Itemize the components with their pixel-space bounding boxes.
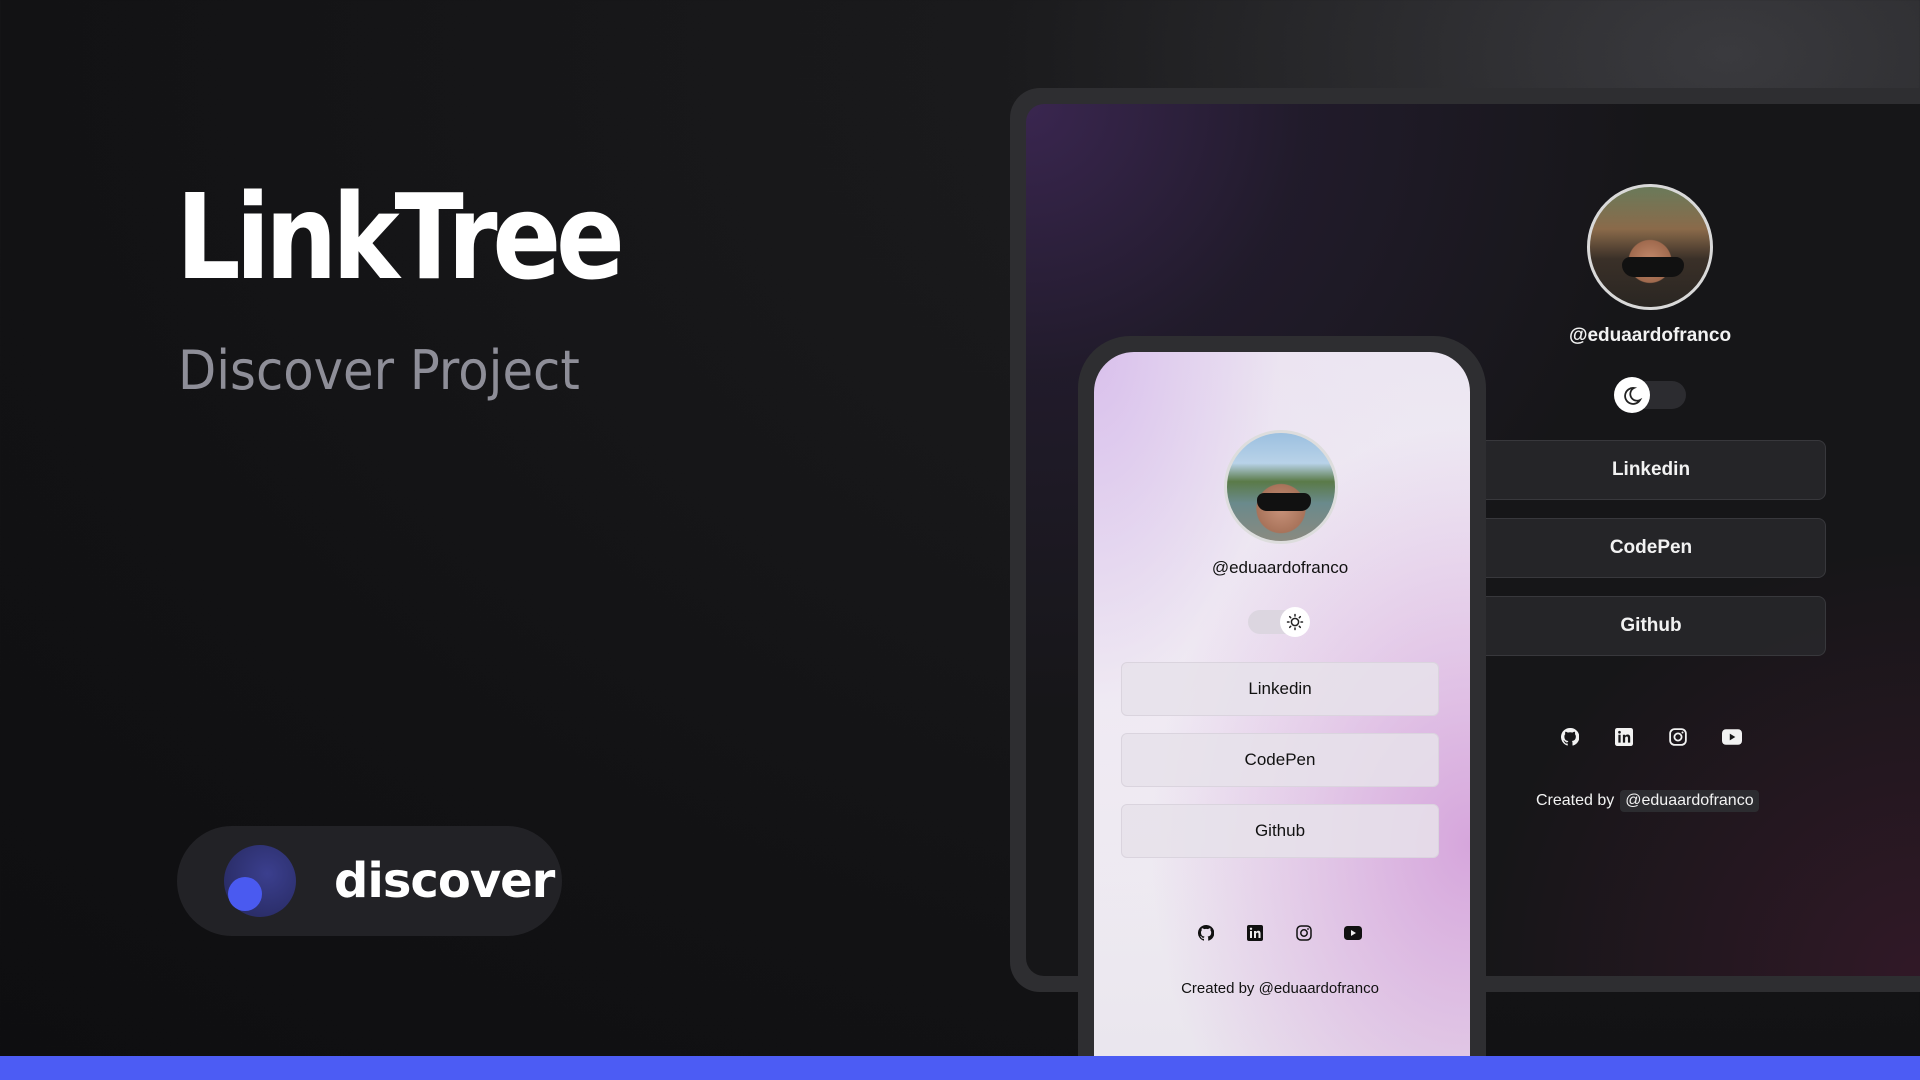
discover-badge: discover [177, 826, 562, 936]
linkedin-icon[interactable] [1613, 726, 1635, 748]
phone-footer: Created by @eduaardofranco [1181, 980, 1379, 997]
linkedin-icon[interactable] [1246, 924, 1264, 942]
bottom-accent-bar [0, 1056, 1920, 1080]
github-icon[interactable] [1197, 924, 1215, 942]
desktop-link-linkedin[interactable]: Linkedin [1476, 440, 1826, 500]
discover-logo-icon [224, 845, 296, 917]
desktop-footer: Created by @eduaardofranco [1536, 788, 1766, 814]
phone-link-codepen[interactable]: CodePen [1121, 733, 1439, 787]
instagram-icon[interactable] [1295, 924, 1313, 942]
desktop-footer-prefix: Created by [1536, 792, 1615, 809]
discover-label: discover [334, 853, 555, 909]
phone-avatar [1224, 430, 1338, 544]
github-icon[interactable] [1559, 726, 1581, 748]
sun-icon [1280, 607, 1310, 637]
moon-icon [1614, 377, 1650, 413]
desktop-link-github[interactable]: Github [1476, 596, 1826, 656]
desktop-username: @eduaardofranco [1568, 325, 1732, 346]
desktop-avatar [1587, 184, 1713, 310]
phone-link-github[interactable]: Github [1121, 804, 1439, 858]
page-subtitle: Discover Project [178, 339, 580, 402]
page-title: LinkTree [176, 168, 625, 306]
phone-username: @eduaardofranco [1211, 558, 1349, 577]
instagram-icon[interactable] [1667, 726, 1689, 748]
youtube-icon[interactable] [1721, 726, 1743, 748]
youtube-icon[interactable] [1344, 924, 1362, 942]
desktop-theme-toggle[interactable] [1614, 377, 1686, 413]
desktop-footer-handle[interactable]: @eduaardofranco [1620, 790, 1759, 812]
phone-link-linkedin[interactable]: Linkedin [1121, 662, 1439, 716]
desktop-link-codepen[interactable]: CodePen [1476, 518, 1826, 578]
phone-theme-toggle[interactable] [1248, 607, 1310, 637]
